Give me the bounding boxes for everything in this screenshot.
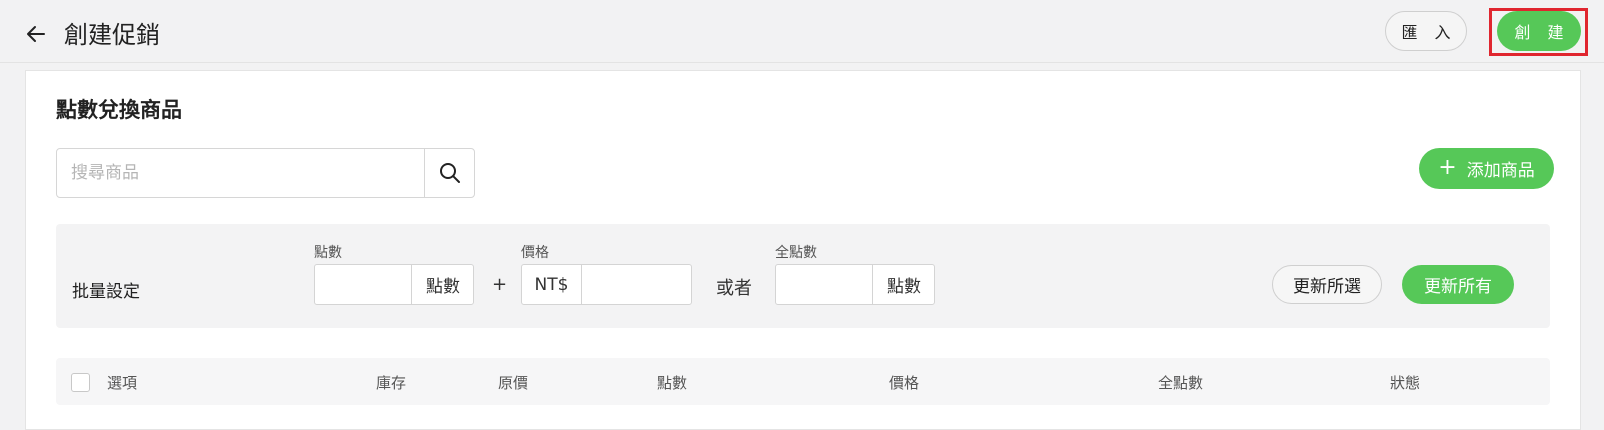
price-field-label: 價格 <box>521 245 549 261</box>
back-arrow-icon[interactable] <box>24 22 48 46</box>
points-field: 點數 <box>314 264 474 306</box>
price-currency: NT$ <box>522 265 582 304</box>
price-field: NT$ <box>521 264 694 306</box>
points-unit: 點數 <box>411 265 474 304</box>
full-points-field: 點數 <box>775 264 935 306</box>
column-header-full-points: 全點數 <box>1158 374 1204 392</box>
add-product-label: 添加商品 <box>1466 161 1535 181</box>
plus-sign: + <box>492 274 508 295</box>
table-header: 選項 庫存 原價 點數 價格 全點數 狀態 <box>56 358 1550 405</box>
search-input[interactable] <box>57 149 417 197</box>
section-title: 點數兌換商品 <box>56 98 182 122</box>
bulk-settings-label: 批量設定 <box>72 282 140 302</box>
add-product-button[interactable]: + 添加商品 <box>1419 148 1554 189</box>
column-header-stock: 庫存 <box>376 374 407 392</box>
points-field-label: 點數 <box>314 245 342 261</box>
or-label: 或者 <box>716 278 752 299</box>
column-header-price: 價格 <box>889 374 920 392</box>
column-header-original-price: 原價 <box>498 374 529 392</box>
product-search <box>56 148 475 198</box>
update-all-button[interactable]: 更新所有 <box>1402 265 1514 304</box>
update-selected-button[interactable]: 更新所選 <box>1272 265 1382 304</box>
full-points-field-label: 全點數 <box>775 245 817 261</box>
full-points-unit: 點數 <box>872 265 935 304</box>
search-button[interactable] <box>424 149 475 197</box>
import-button[interactable]: 匯 入 <box>1385 11 1467 51</box>
full-points-input[interactable] <box>776 265 876 306</box>
page-title: 創建促銷 <box>64 21 160 49</box>
points-redemption-card: 點數兌換商品 + 添加商品 批量設定 點數 點數 + 價格 NT$ 或者 全點數 <box>25 70 1581 430</box>
create-button[interactable]: 創 建 <box>1497 11 1581 51</box>
top-bar: 創建促銷 匯 入 創 建 <box>0 0 1604 63</box>
column-header-status: 狀態 <box>1390 374 1421 392</box>
price-input[interactable] <box>582 265 694 306</box>
search-icon <box>440 163 460 183</box>
plus-icon: + <box>1438 154 1457 180</box>
bulk-settings: 批量設定 點數 點數 + 價格 NT$ 或者 全點數 點數 更新所選 更新所有 <box>56 224 1550 328</box>
column-header-option: 選項 <box>107 374 138 392</box>
column-header-points: 點數 <box>657 374 688 392</box>
points-input[interactable] <box>315 265 415 306</box>
select-all-checkbox[interactable] <box>71 373 90 392</box>
